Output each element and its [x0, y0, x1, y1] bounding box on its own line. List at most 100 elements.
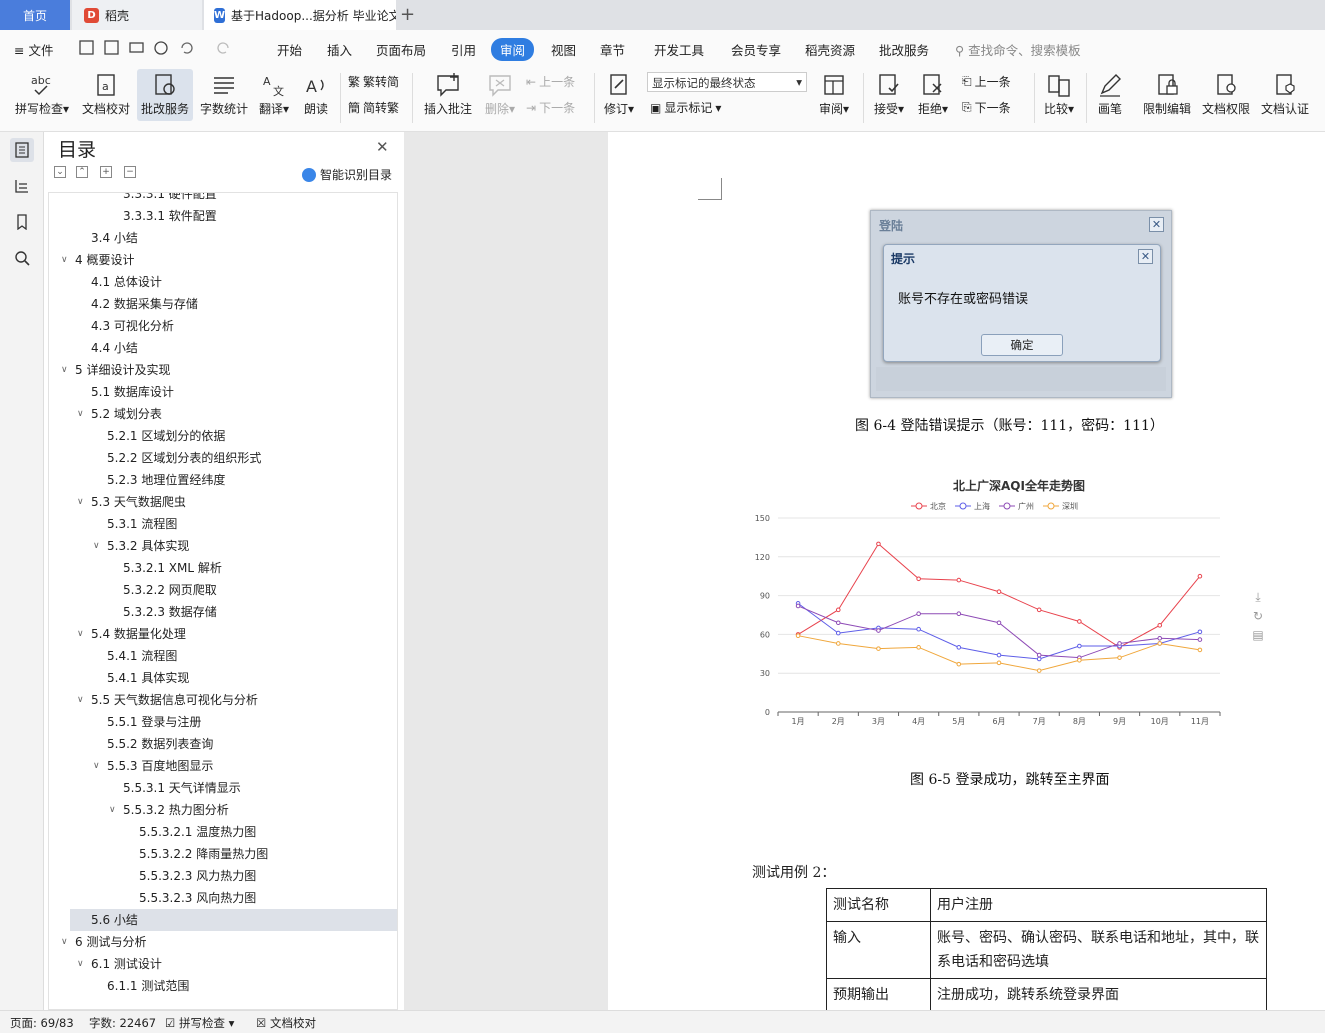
doc-proof-button[interactable]: a 文档校对 — [79, 72, 133, 117]
accept-button[interactable]: 接受▾ — [871, 72, 907, 117]
toc-item[interactable]: 5.3.1 流程图 — [49, 513, 389, 535]
toc-item[interactable]: 5.5.3.2.3 风力热力图 — [49, 865, 389, 887]
next-change-button[interactable]: ⎘ 下一条 — [962, 99, 1011, 116]
toc-item[interactable]: 5.5.3.2.2 降雨量热力图 — [49, 843, 389, 865]
command-search[interactable]: ⚲ 查找命令、搜索模板 — [955, 40, 1081, 59]
chevron-down-icon[interactable]: ∨ — [61, 931, 68, 953]
toc-item[interactable]: 5.2.3 地理位置经纬度 — [49, 469, 389, 491]
toc-item[interactable]: 5.4.1 具体实现 — [49, 667, 389, 689]
insert-comment-button[interactable]: 插入批注 — [421, 72, 475, 117]
outline-panel-icon[interactable] — [10, 174, 34, 198]
show-markup-button[interactable]: ▣ 显示标记 ▾ — [650, 99, 721, 116]
correction-service-button[interactable]: 批改服务 — [137, 69, 193, 121]
translate-button[interactable]: A文 翻译▾ — [256, 72, 292, 117]
menu-chapter[interactable]: 章节 — [600, 40, 625, 59]
close-icon[interactable]: ✕ — [376, 138, 389, 156]
menu-review[interactable]: 审阅 — [491, 38, 535, 61]
word-count-button[interactable]: 字数统计 — [198, 72, 250, 117]
toc-item[interactable]: 3.3.3.1 硬件配置 — [49, 193, 389, 205]
chevron-down-icon[interactable]: ∨ — [77, 403, 84, 425]
file-menu[interactable]: ≡ 文件 — [14, 40, 53, 59]
toc-item[interactable]: ∨ 5 详细设计及实现 — [49, 359, 389, 381]
doc-certify-button[interactable]: 文档认证 — [1258, 72, 1312, 117]
pen-button[interactable]: 画笔 — [1094, 72, 1126, 117]
toc-panel-icon[interactable] — [10, 138, 34, 162]
toc-item[interactable]: 3.3.3.1 软件配置 — [49, 205, 389, 227]
refresh-icon[interactable]: ↻ — [1250, 607, 1266, 626]
track-changes-button[interactable]: 修订▾ — [600, 72, 638, 117]
toc-item[interactable]: 4.4 小结 — [49, 337, 389, 359]
chevron-down-icon[interactable]: ∨ — [77, 689, 84, 711]
toc-item[interactable]: ∨ 5.4 数据量化处理 — [49, 623, 389, 645]
toc-item[interactable]: 3.4 小结 — [49, 227, 389, 249]
toc-item[interactable]: 5.2.1 区域划分的依据 — [49, 425, 389, 447]
search-panel-icon[interactable] — [10, 246, 34, 270]
chevron-down-icon[interactable]: ∨ — [61, 359, 68, 381]
chevron-down-icon[interactable]: ∨ — [77, 953, 84, 975]
toc-item[interactable]: ∨ 6 测试与分析 — [49, 931, 389, 953]
menu-view[interactable]: 视图 — [551, 40, 576, 59]
markup-state-select[interactable]: 显示标记的最终状态 ▾ — [647, 72, 807, 92]
trad-to-simp-button[interactable]: 繁繁转简 — [348, 73, 399, 90]
toc-item[interactable]: ∨ 5.2 域划分表 — [49, 403, 389, 425]
toc-item[interactable]: 4.3 可视化分析 — [49, 315, 389, 337]
toc-item[interactable]: 5.2.2 区域划分表的组织形式 — [49, 447, 389, 469]
bookmark-icon[interactable] — [10, 210, 34, 234]
toc-item[interactable]: 5.4.1 流程图 — [49, 645, 389, 667]
toc-item[interactable]: 5.3.2.1 XML 解析 — [49, 557, 389, 579]
spell-check-button[interactable]: abc 拼写检查▾ — [12, 72, 72, 117]
chevron-down-icon[interactable]: ∨ — [109, 799, 116, 821]
simp-to-trad-button[interactable]: 簡简转繁 — [348, 99, 399, 116]
toc-item[interactable]: ∨ 5.5.3 百度地图显示 — [49, 755, 389, 777]
chevron-down-icon[interactable]: ∨ — [77, 491, 84, 513]
menu-developer[interactable]: 开发工具 — [654, 40, 704, 59]
review-pane-button[interactable]: 审阅▾ — [815, 72, 853, 117]
chevron-down-icon[interactable]: ∨ — [77, 623, 84, 645]
toc-item[interactable]: ∨ 5.3 天气数据爬虫 — [49, 491, 389, 513]
toc-item[interactable]: 5.3.2.2 网页爬取 — [49, 579, 389, 601]
download-icon[interactable]: ⤓ — [1250, 588, 1266, 607]
prev-comment-button[interactable]: ⇤ 上一条 — [526, 73, 575, 90]
toc-item[interactable]: 5.6 小结 — [70, 909, 397, 931]
tab-daoke[interactable]: D 稻壳 — [72, 0, 202, 30]
toc-item[interactable]: 5.5.3.2.3 风向热力图 — [49, 887, 389, 909]
toc-item[interactable]: 4.1 总体设计 — [49, 271, 389, 293]
data-view-icon[interactable]: ▤ — [1250, 626, 1266, 645]
menu-start[interactable]: 开始 — [277, 40, 302, 59]
tab-home[interactable]: 首页 — [0, 0, 70, 30]
toc-item[interactable]: ∨ 5.5 天气数据信息可视化与分析 — [49, 689, 389, 711]
compare-button[interactable]: 比较▾ — [1040, 72, 1078, 117]
word-count-indicator[interactable]: 字数: 22467 — [89, 1015, 156, 1031]
toc-item[interactable]: 5.5.2 数据列表查询 — [49, 733, 389, 755]
menu-layout[interactable]: 页面布局 — [376, 40, 426, 59]
chevron-down-icon[interactable]: ∨ — [61, 249, 68, 271]
toc-item[interactable]: 5.5.3.2.1 温度热力图 — [49, 821, 389, 843]
toc-item[interactable]: ∨ 4 概要设计 — [49, 249, 389, 271]
menu-member[interactable]: 会员专享 — [731, 40, 781, 59]
toc-item[interactable]: 6.1.1 测试范围 — [49, 975, 389, 997]
add-level-icon[interactable]: + — [100, 166, 112, 178]
delete-comment-button[interactable]: 删除▾ — [482, 72, 518, 117]
menu-reference[interactable]: 引用 — [451, 40, 476, 59]
toc-item[interactable]: 5.1 数据库设计 — [49, 381, 389, 403]
reject-button[interactable]: 拒绝▾ — [914, 72, 952, 117]
remove-level-icon[interactable]: − — [124, 166, 136, 178]
toc-item[interactable]: 5.3.2.3 数据存储 — [49, 601, 389, 623]
expand-up-icon[interactable]: ⌃ — [76, 166, 88, 178]
menu-daoke-resources[interactable]: 稻壳资源 — [805, 40, 855, 59]
menu-insert[interactable]: 插入 — [327, 40, 352, 59]
status-spell-check[interactable]: ☑ 拼写检查 ▾ — [165, 1015, 234, 1031]
tab-document[interactable]: W 基于Hadoop...据分析 毕业论文 — [204, 0, 396, 30]
toc-item[interactable]: ∨ 5.3.2 具体实现 — [49, 535, 389, 557]
chevron-down-icon[interactable]: ∨ — [93, 755, 100, 777]
smart-toc-button[interactable]: 智能识别目录 — [302, 166, 392, 183]
doc-permission-button[interactable]: 文档权限 — [1200, 72, 1252, 117]
quick-access-icons[interactable] — [78, 39, 248, 60]
prev-change-button[interactable]: ⎗ 上一条 — [962, 73, 1011, 90]
next-comment-button[interactable]: ⇥ 下一条 — [526, 99, 575, 116]
new-tab-button[interactable]: + — [400, 4, 415, 25]
toc-item[interactable]: 5.5.1 登录与注册 — [49, 711, 389, 733]
status-doc-check[interactable]: ☒ 文档校对 — [256, 1015, 316, 1031]
toc-item[interactable]: 4.2 数据采集与存储 — [49, 293, 389, 315]
toc-item[interactable]: ∨ 5.5.3.2 热力图分析 — [49, 799, 389, 821]
